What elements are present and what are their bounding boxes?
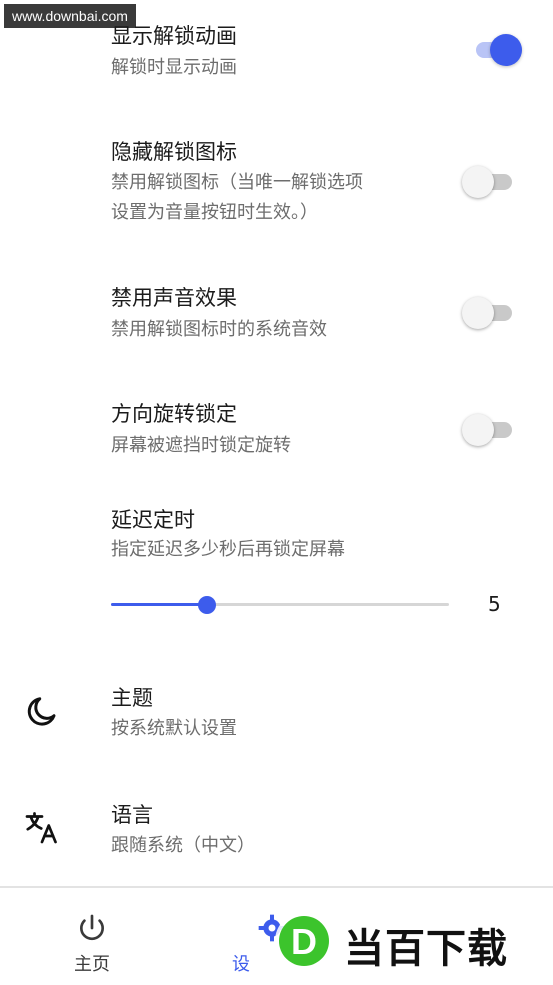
setting-hide-icon[interactable]: 隐藏解锁图标 禁用解锁图标（当唯一解锁选项 设置为音量按钮时生效。） xyxy=(0,120,553,240)
setting-language[interactable]: 语言 跟随系统（中文） xyxy=(0,785,553,877)
setting-subtitle: 指定延迟多少秒后再锁定屏幕 xyxy=(111,539,345,560)
setting-title: 隐藏解锁图标 xyxy=(111,140,237,164)
brand-logo-letter: D xyxy=(291,921,317,962)
nav-home-label: 主页 xyxy=(74,954,110,975)
setting-title: 方向旋转锁定 xyxy=(111,402,237,426)
toggle-thumb xyxy=(490,34,522,66)
setting-theme[interactable]: 主题 按系统默认设置 xyxy=(0,668,553,760)
setting-title: 禁用声音效果 xyxy=(111,286,237,310)
slider-knob[interactable] xyxy=(198,596,216,614)
setting-title: 显示解锁动画 xyxy=(111,24,237,48)
hide-icon-toggle[interactable] xyxy=(462,166,512,198)
toggle-thumb xyxy=(462,297,494,329)
toggle-thumb xyxy=(462,166,494,198)
moon-icon xyxy=(27,697,56,726)
slider-value: 5 xyxy=(488,592,501,616)
brand-text: 当百下载 xyxy=(344,926,508,972)
setting-show-animation[interactable]: 显示解锁动画 解锁时显示动画 xyxy=(0,0,553,100)
setting-title: 语言 xyxy=(111,803,153,827)
brand-watermark: D 当百下载 xyxy=(272,910,548,972)
setting-title: 延迟定时 xyxy=(111,508,195,532)
brand-logo: D xyxy=(275,912,333,970)
setting-subtitle-line1: 禁用解锁图标（当唯一解锁选项 xyxy=(111,172,363,193)
setting-title: 主题 xyxy=(111,686,153,710)
setting-disable-sound[interactable]: 禁用声音效果 禁用解锁图标时的系统音效 xyxy=(0,268,553,358)
setting-subtitle: 禁用解锁图标时的系统音效 xyxy=(111,319,327,340)
setting-rotation-lock[interactable]: 方向旋转锁定 屏幕被遮挡时锁定旋转 xyxy=(0,384,553,474)
setting-subtitle: 跟随系统（中文） xyxy=(111,835,255,856)
slider-fill xyxy=(111,603,207,606)
power-icon xyxy=(80,914,104,941)
nav-home[interactable]: 主页 xyxy=(32,888,152,985)
show-animation-toggle[interactable] xyxy=(472,34,522,66)
setting-subtitle: 按系统默认设置 xyxy=(111,718,237,739)
setting-subtitle: 解锁时显示动画 xyxy=(111,57,237,78)
toggle-thumb xyxy=(462,414,494,446)
setting-subtitle-line2: 设置为音量按钮时生效。） xyxy=(111,202,318,223)
rotation-lock-toggle[interactable] xyxy=(462,414,512,446)
translate-icon xyxy=(25,812,57,844)
setting-delay-timer: 延迟定时 指定延迟多少秒后再锁定屏幕 xyxy=(0,490,553,640)
disable-sound-toggle[interactable] xyxy=(462,297,512,329)
setting-subtitle: 屏幕被遮挡时锁定旋转 xyxy=(111,435,291,456)
delay-slider[interactable] xyxy=(111,593,449,617)
